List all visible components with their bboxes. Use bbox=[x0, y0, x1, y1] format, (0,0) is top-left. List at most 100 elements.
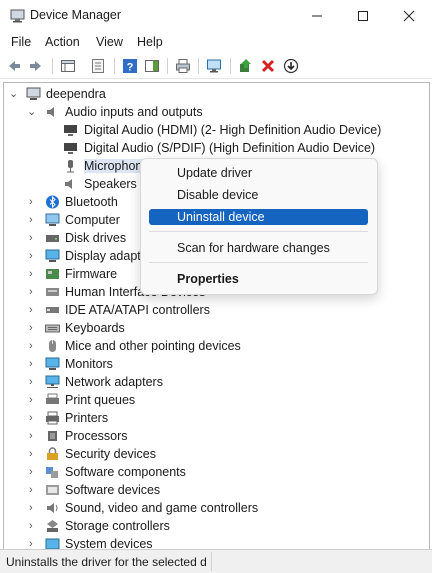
device-tree[interactable]: ⌄ deependra ⌄ Audio inputs and outputs D… bbox=[3, 82, 430, 550]
status-text: Uninstalls the driver for the selected d… bbox=[6, 555, 206, 569]
tree-node-software-components[interactable]: › Software components bbox=[4, 463, 429, 481]
print-queue-icon bbox=[46, 393, 59, 404]
sound-controller-icon bbox=[47, 503, 58, 513]
chevron-right-icon[interactable]: › bbox=[29, 322, 39, 334]
tree-node-monitors[interactable]: › Monitors bbox=[4, 355, 429, 373]
toolbar: ? bbox=[0, 54, 432, 79]
chevron-right-icon[interactable]: › bbox=[29, 196, 39, 208]
tree-node-keyboards[interactable]: › Keyboards bbox=[4, 319, 429, 337]
forward-arrow-icon[interactable] bbox=[28, 58, 44, 74]
uninstall-device-icon[interactable] bbox=[260, 58, 276, 74]
menu-separator bbox=[149, 231, 368, 232]
menu-disable-device[interactable]: Disable device bbox=[149, 187, 368, 203]
tree-node-processors[interactable]: › Processors bbox=[4, 427, 429, 445]
tree-node-label: Software devices bbox=[65, 483, 161, 497]
menu-scan-for-hardware-changes[interactable]: Scan for hardware changes bbox=[149, 240, 368, 256]
scan-hardware-icon[interactable] bbox=[206, 58, 222, 74]
chevron-right-icon[interactable]: › bbox=[29, 358, 39, 370]
tree-node-storage-controllers[interactable]: › Storage controllers bbox=[4, 517, 429, 535]
tree-node-label: Security devices bbox=[65, 447, 157, 461]
chevron-right-icon[interactable]: › bbox=[29, 430, 39, 442]
chevron-right-icon[interactable]: › bbox=[29, 286, 39, 298]
tree-node-label: Firmware bbox=[65, 267, 118, 281]
menu-help[interactable]: Help bbox=[137, 35, 163, 49]
printer-icon bbox=[46, 411, 59, 425]
menu-file[interactable]: File bbox=[11, 35, 31, 49]
print-icon[interactable] bbox=[175, 58, 191, 74]
security-device-icon bbox=[47, 447, 58, 460]
ide-controller-icon bbox=[46, 307, 59, 313]
tree-node-sound-video-game-controllers[interactable]: › Sound, video and game controllers bbox=[4, 499, 429, 517]
chevron-down-icon[interactable]: ⌄ bbox=[27, 106, 37, 118]
display-adapter-icon bbox=[45, 249, 60, 262]
menu-item-label: Uninstall device bbox=[177, 210, 265, 224]
tree-node-label: Processors bbox=[65, 429, 128, 443]
chevron-right-icon[interactable]: › bbox=[29, 304, 39, 316]
tree-node-printers[interactable]: › Printers bbox=[4, 409, 429, 427]
chevron-right-icon[interactable]: › bbox=[29, 340, 39, 352]
tree-root[interactable]: ⌄ deependra bbox=[4, 85, 429, 103]
menu-properties[interactable]: Properties bbox=[149, 271, 368, 287]
hid-icon bbox=[46, 288, 59, 296]
mouse-icon bbox=[49, 340, 56, 352]
menu-update-driver[interactable]: Update driver bbox=[149, 165, 368, 181]
minimize-button[interactable] bbox=[294, 0, 340, 32]
chevron-right-icon[interactable]: › bbox=[29, 214, 39, 226]
close-button[interactable] bbox=[386, 0, 432, 32]
processor-icon bbox=[48, 431, 57, 441]
tree-node-label: Storage controllers bbox=[65, 519, 170, 533]
close-icon bbox=[403, 10, 415, 22]
maximize-button[interactable] bbox=[340, 0, 386, 32]
chevron-right-icon[interactable]: › bbox=[29, 484, 39, 496]
chevron-right-icon[interactable]: › bbox=[29, 502, 39, 514]
back-arrow-icon[interactable] bbox=[6, 58, 22, 74]
tree-node-system-devices[interactable]: › System devices bbox=[4, 535, 429, 549]
tree-root-label: deependra bbox=[46, 87, 106, 101]
chevron-right-icon[interactable]: › bbox=[29, 232, 39, 244]
disable-device-icon[interactable] bbox=[283, 58, 299, 74]
chevron-right-icon[interactable]: › bbox=[29, 394, 39, 406]
menu-item-label: Disable device bbox=[177, 188, 259, 202]
properties-icon[interactable] bbox=[90, 58, 106, 74]
chevron-right-icon[interactable]: › bbox=[29, 466, 39, 478]
tree-node-audio-inputs-and-outputs[interactable]: ⌄ Audio inputs and outputs bbox=[4, 103, 429, 121]
device-manager-app-icon bbox=[10, 9, 25, 23]
menu-action[interactable]: Action bbox=[45, 35, 80, 49]
menu-item-label: Properties bbox=[177, 272, 239, 286]
update-driver-icon[interactable] bbox=[238, 58, 254, 74]
tree-node-network-adapters[interactable]: › Network adapters bbox=[4, 373, 429, 391]
help-icon[interactable]: ? bbox=[122, 58, 138, 74]
tree-node-ide-ata-atapi-controllers[interactable]: › IDE ATA/ATAPI controllers bbox=[4, 301, 429, 319]
menu-item-label: Scan for hardware changes bbox=[177, 241, 330, 255]
tree-node-label: Digital Audio (S/PDIF) (High Definition … bbox=[84, 141, 376, 155]
chevron-right-icon[interactable]: › bbox=[29, 412, 39, 424]
tree-node-software-devices[interactable]: › Software devices bbox=[4, 481, 429, 499]
chevron-right-icon[interactable]: › bbox=[29, 250, 39, 262]
tree-node-digital-audio-hdmi[interactable]: Digital Audio (HDMI) (2- High Definition… bbox=[4, 121, 429, 139]
menu-view[interactable]: View bbox=[96, 35, 123, 49]
speaker-icon bbox=[65, 179, 72, 189]
action-pane-icon[interactable] bbox=[144, 58, 160, 74]
tree-node-label: Keyboards bbox=[65, 321, 125, 335]
context-menu: Update driver Disable device Uninstall d… bbox=[140, 158, 378, 295]
chevron-right-icon[interactable]: › bbox=[29, 520, 39, 532]
storage-controller-icon bbox=[47, 520, 58, 532]
window-title: Device Manager bbox=[30, 8, 122, 22]
tree-node-label: Print queues bbox=[65, 393, 136, 407]
tree-node-print-queues[interactable]: › Print queues bbox=[4, 391, 429, 409]
tree-node-mice[interactable]: › Mice and other pointing devices bbox=[4, 337, 429, 355]
monitor-audio-icon bbox=[64, 125, 77, 136]
status-bar: Uninstalls the driver for the selected d… bbox=[0, 549, 432, 573]
tree-node-digital-audio-spdif[interactable]: Digital Audio (S/PDIF) (High Definition … bbox=[4, 139, 429, 157]
tree-node-label: Printers bbox=[65, 411, 109, 425]
chevron-right-icon[interactable]: › bbox=[29, 376, 39, 388]
show-hide-console-tree-icon[interactable] bbox=[60, 58, 76, 74]
bluetooth-icon bbox=[46, 195, 59, 209]
tree-node-security-devices[interactable]: › Security devices bbox=[4, 445, 429, 463]
chevron-right-icon[interactable]: › bbox=[29, 448, 39, 460]
chevron-down-icon[interactable]: ⌄ bbox=[9, 88, 19, 100]
tree-node-label: Software components bbox=[65, 465, 186, 479]
tree-node-label: Disk drives bbox=[65, 231, 127, 245]
chevron-right-icon[interactable]: › bbox=[29, 268, 39, 280]
menu-uninstall-device[interactable]: Uninstall device bbox=[149, 209, 368, 225]
